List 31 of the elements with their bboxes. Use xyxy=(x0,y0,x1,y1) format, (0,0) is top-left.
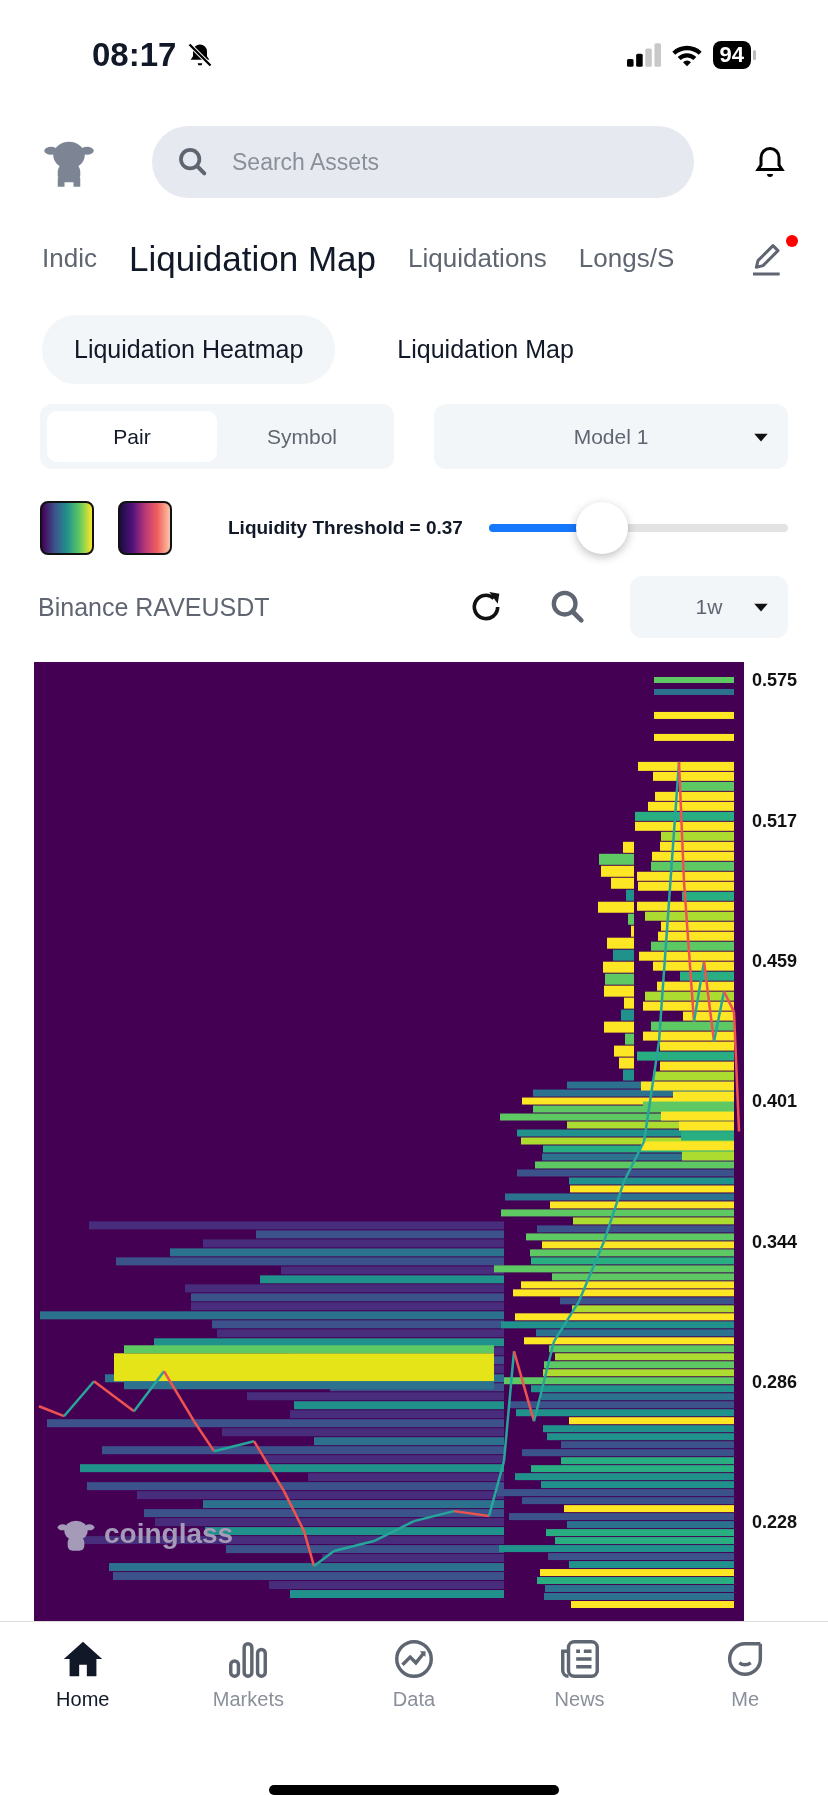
nav-item[interactable]: Home xyxy=(22,1636,143,1735)
threshold-label: Liquidity Threshold = 0.37 xyxy=(228,516,463,539)
segment-option[interactable]: Pair xyxy=(47,411,217,463)
tab[interactable]: Indic xyxy=(42,243,97,275)
watermark-logo-text: coinglass xyxy=(104,1518,234,1551)
tab[interactable]: Liquidation Map xyxy=(128,238,377,279)
nav-item[interactable]: Markets xyxy=(188,1636,309,1735)
signal-icon xyxy=(626,43,661,68)
price-axis-label: 0.517 xyxy=(752,810,798,832)
nav-item[interactable]: Me xyxy=(685,1636,806,1735)
search-field[interactable]: Search Assets xyxy=(152,126,694,199)
price-axis-label: 0.401 xyxy=(752,1091,798,1113)
price-axis-label: 0.286 xyxy=(752,1372,798,1394)
nav-item[interactable]: Data xyxy=(354,1636,474,1735)
color-scheme-swatch[interactable] xyxy=(40,500,94,555)
tab[interactable]: Liquidations xyxy=(408,243,547,275)
slider-thumb[interactable] xyxy=(575,501,628,554)
price-axis-label: 0.459 xyxy=(752,951,798,973)
price-axis-label: 0.228 xyxy=(752,1512,798,1534)
segment-option[interactable]: Symbol xyxy=(217,411,387,463)
nav-item[interactable]: News xyxy=(519,1636,640,1735)
color-scheme-swatch[interactable] xyxy=(118,500,172,555)
interval-dropdown[interactable]: 1w xyxy=(630,576,788,639)
view-tab[interactable]: Liquidation Heatmap xyxy=(42,315,336,385)
model-dropdown[interactable]: Model 1 xyxy=(434,404,788,470)
tab[interactable]: Longs/S xyxy=(578,243,675,275)
clock-time: 08:17 xyxy=(92,36,177,75)
view-tab[interactable]: Liquidation Map xyxy=(365,315,606,385)
instrument-name: Binance RAVEUSDT xyxy=(38,592,271,622)
price-axis-label: 0.575 xyxy=(752,670,798,692)
price-axis-label: 0.344 xyxy=(752,1231,798,1253)
